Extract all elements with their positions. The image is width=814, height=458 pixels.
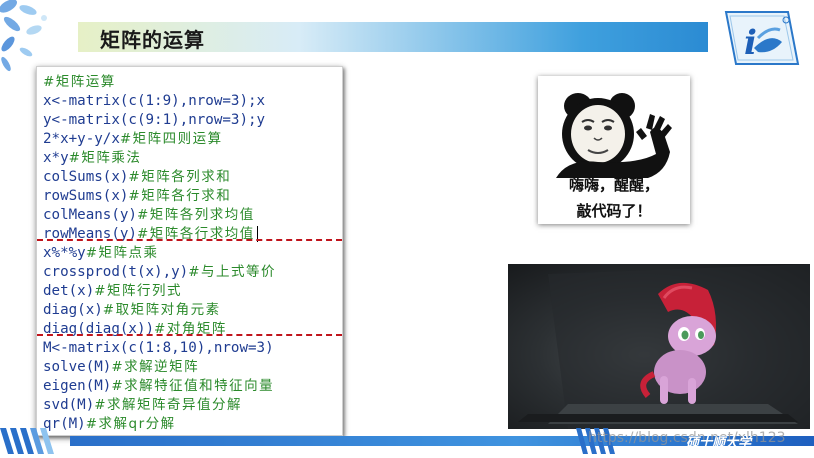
code-comment: #矩阵点乘 <box>85 245 159 261</box>
code-line: rowMeans(y)#矩阵各行求均值 <box>43 225 258 244</box>
code-line: solve(M)#求解逆矩阵 <box>43 358 199 377</box>
code-statement: x<-matrix(c(1:9),nrow=3);x <box>43 93 266 109</box>
code-line: #矩阵运算 <box>43 73 116 92</box>
panda-meme-icon <box>556 93 672 178</box>
code-statement: x*y <box>43 150 69 166</box>
code-statement: svd(M) <box>43 397 95 413</box>
code-statement: solve(M) <box>43 359 112 375</box>
code-statement: eigen(M) <box>43 378 112 394</box>
code-line: colMeans(y)#矩阵各列求均值 <box>43 206 255 225</box>
meme-image: 嗨嗨，醒醒， 敲代码了！ <box>538 76 690 224</box>
meme-text-line1: 嗨嗨，醒醒， <box>568 176 659 194</box>
code-statement: 2*x+y-y/x <box>43 131 120 147</box>
code-statement: y<-matrix(c(9:1),nrow=3);y <box>43 112 266 128</box>
code-comment: #矩阵各行求和 <box>128 188 232 204</box>
footer-decoration <box>0 428 54 454</box>
code-line: svd(M)#求解矩阵奇异值分解 <box>43 396 242 415</box>
code-panel: #矩阵运算 x<-matrix(c(1:9),nrow=3);x y<-matrix… <box>36 66 343 436</box>
code-statement: x%*%y <box>43 245 86 261</box>
code-comment: #矩阵四则运算 <box>119 131 223 147</box>
code-statement: M<-matrix(c(1:8,10),nrow=3) <box>43 340 274 356</box>
code-statement: diag(x) <box>43 302 103 318</box>
section-separator <box>37 334 342 336</box>
code-statement: colMeans(y) <box>43 207 137 223</box>
code-comment: #与上式等价 <box>188 264 277 280</box>
code-line: diag(x)#取矩阵对角元素 <box>43 301 221 320</box>
code-comment: #求解qr分解 <box>85 416 176 432</box>
code-comment: #求解逆矩阵 <box>111 359 200 375</box>
code-line: det(x)#矩阵行列式 <box>43 282 182 301</box>
code-comment: #矩阵运算 <box>43 74 116 90</box>
logo-icon: i <box>724 11 800 65</box>
code-statement: rowSums(x) <box>43 188 129 204</box>
code-comment: #取矩阵对角元素 <box>102 302 221 318</box>
meme-text-line2: 敲代码了！ <box>576 202 652 220</box>
footer-label: 硕士顺大学 <box>686 436 752 451</box>
code-line: diag(diag(x))#对角矩阵 <box>43 320 227 339</box>
code-line: colSums(x)#矩阵各列求和 <box>43 168 231 187</box>
code-statement: det(x) <box>43 283 95 299</box>
code-comment: #矩阵乘法 <box>68 150 142 166</box>
code-line: y<-matrix(c(9:1),nrow=3);y <box>43 111 265 130</box>
code-comment: #矩阵行列式 <box>94 283 183 299</box>
pony-illustration <box>518 264 810 429</box>
code-line: 2*x+y-y/x#矩阵四则运算 <box>43 130 223 149</box>
code-line: eigen(M)#求解特征值和特征向量 <box>43 377 274 396</box>
code-comment: #求解特征值和特征向量 <box>111 378 275 394</box>
code-comment: #矩阵各列求均值 <box>136 207 255 223</box>
code-statement: colSums(x) <box>43 169 129 185</box>
code-line: rowSums(x)#矩阵各行求和 <box>43 187 231 206</box>
slide-title: 矩阵的运算 <box>100 28 205 52</box>
code-line: x<-matrix(c(1:9),nrow=3);x <box>43 92 265 111</box>
code-line: M<-matrix(c(1:8,10),nrow=3) <box>43 339 274 358</box>
code-comment: #矩阵各列求和 <box>128 169 232 185</box>
code-line: crossprod(t(x),y)#与上式等价 <box>43 263 276 282</box>
pony-photo <box>508 264 810 429</box>
code-line: x*y#矩阵乘法 <box>43 149 141 168</box>
section-separator <box>37 239 342 241</box>
code-comment: #求解矩阵奇异值分解 <box>94 397 243 413</box>
code-line: x%*%y#矩阵点乘 <box>43 244 159 263</box>
code-statement: crossprod(t(x),y) <box>43 264 189 280</box>
svg-text:i: i <box>744 23 757 63</box>
